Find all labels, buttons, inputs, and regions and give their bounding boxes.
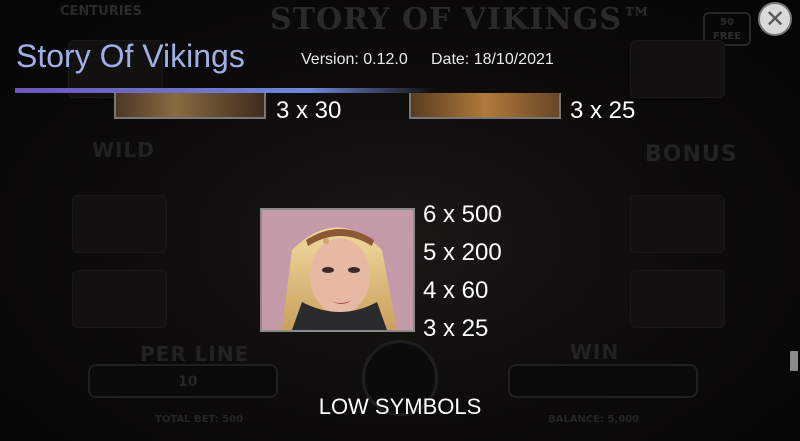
payout-3-of-a-kind: 3 x 25	[423, 315, 489, 342]
bg-win-box	[508, 364, 698, 398]
bg-wild-symbol: WILD	[92, 138, 155, 162]
bg-reel-cell	[630, 40, 725, 98]
bg-game-logo: STORY OF VIKINGS™	[270, 2, 653, 37]
payout-5-of-a-kind: 5 x 200	[423, 239, 502, 266]
close-button[interactable]: ✕	[758, 2, 792, 36]
date-text: Date: 18/10/2021	[431, 51, 554, 68]
section-heading: LOW SYMBOLS	[318, 394, 482, 419]
symbol-image-partial	[114, 93, 266, 119]
bg-reel-cell	[72, 195, 167, 253]
bg-bonus-symbol: BONUS	[645, 142, 738, 167]
bg-centuries-label: CENTURIES	[60, 4, 142, 19]
bg-per-line-value: 10	[178, 374, 198, 390]
bg-reel-cell	[630, 270, 725, 328]
payout-4-of-a-kind: 4 x 60	[423, 277, 489, 304]
symbol-image-partial	[409, 93, 561, 119]
close-icon: ✕	[764, 5, 786, 33]
bg-reel-cell	[72, 270, 167, 328]
game-title: Story Of Vikings	[16, 38, 245, 74]
shieldmaiden-symbol-image	[260, 208, 415, 332]
bg-per-line-label: PER LINE	[140, 342, 250, 366]
symbol-payout: 3 x 25	[570, 97, 636, 124]
symbol-payout: 3 x 30	[276, 97, 342, 124]
bg-win-label: WIN	[570, 340, 620, 364]
version-text: Version: 0.12.0	[301, 51, 408, 68]
payout-6-of-a-kind: 6 x 500	[423, 201, 502, 228]
shieldmaiden-portrait-icon	[262, 210, 413, 330]
symbol-payout-list: 6 x 500 5 x 200 4 x 60 3 x 25	[423, 196, 502, 348]
scrollbar-thumb[interactable]	[790, 351, 798, 371]
bg-reel-cell	[630, 195, 725, 253]
